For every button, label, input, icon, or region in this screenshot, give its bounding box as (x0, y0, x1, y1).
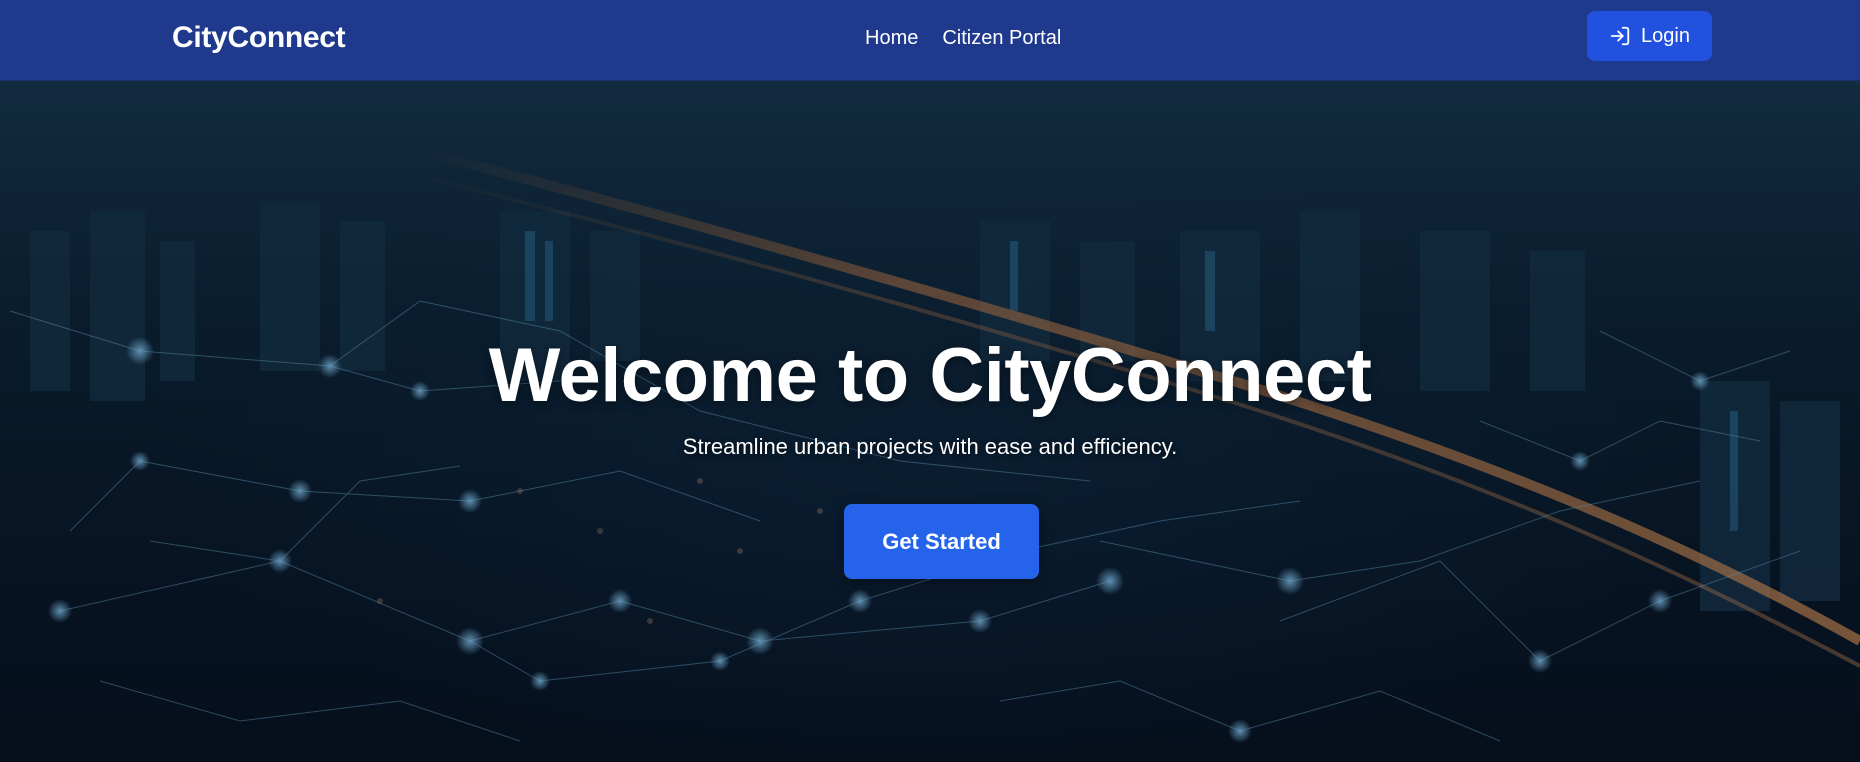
top-navbar: CityConnect Home Citizen Portal Login (0, 0, 1860, 81)
hero-dark-overlay (0, 81, 1860, 762)
brand-logo[interactable]: CityConnect (172, 20, 346, 56)
hero-subtitle: Streamline urban projects with ease and … (682, 434, 1178, 459)
hero-title: Welcome to CityConnect (488, 333, 1372, 418)
nav-link-home[interactable]: Home (865, 24, 918, 52)
login-button-label: Login (1641, 24, 1690, 47)
nav-link-citizen-portal[interactable]: Citizen Portal (942, 24, 1061, 52)
login-arrow-icon (1609, 25, 1631, 47)
hero-section: Welcome to CityConnect Streamline urban … (0, 81, 1860, 762)
get-started-button[interactable]: Get Started (844, 504, 1039, 579)
main-nav: Home Citizen Portal (865, 24, 1061, 52)
login-button[interactable]: Login (1587, 11, 1712, 61)
